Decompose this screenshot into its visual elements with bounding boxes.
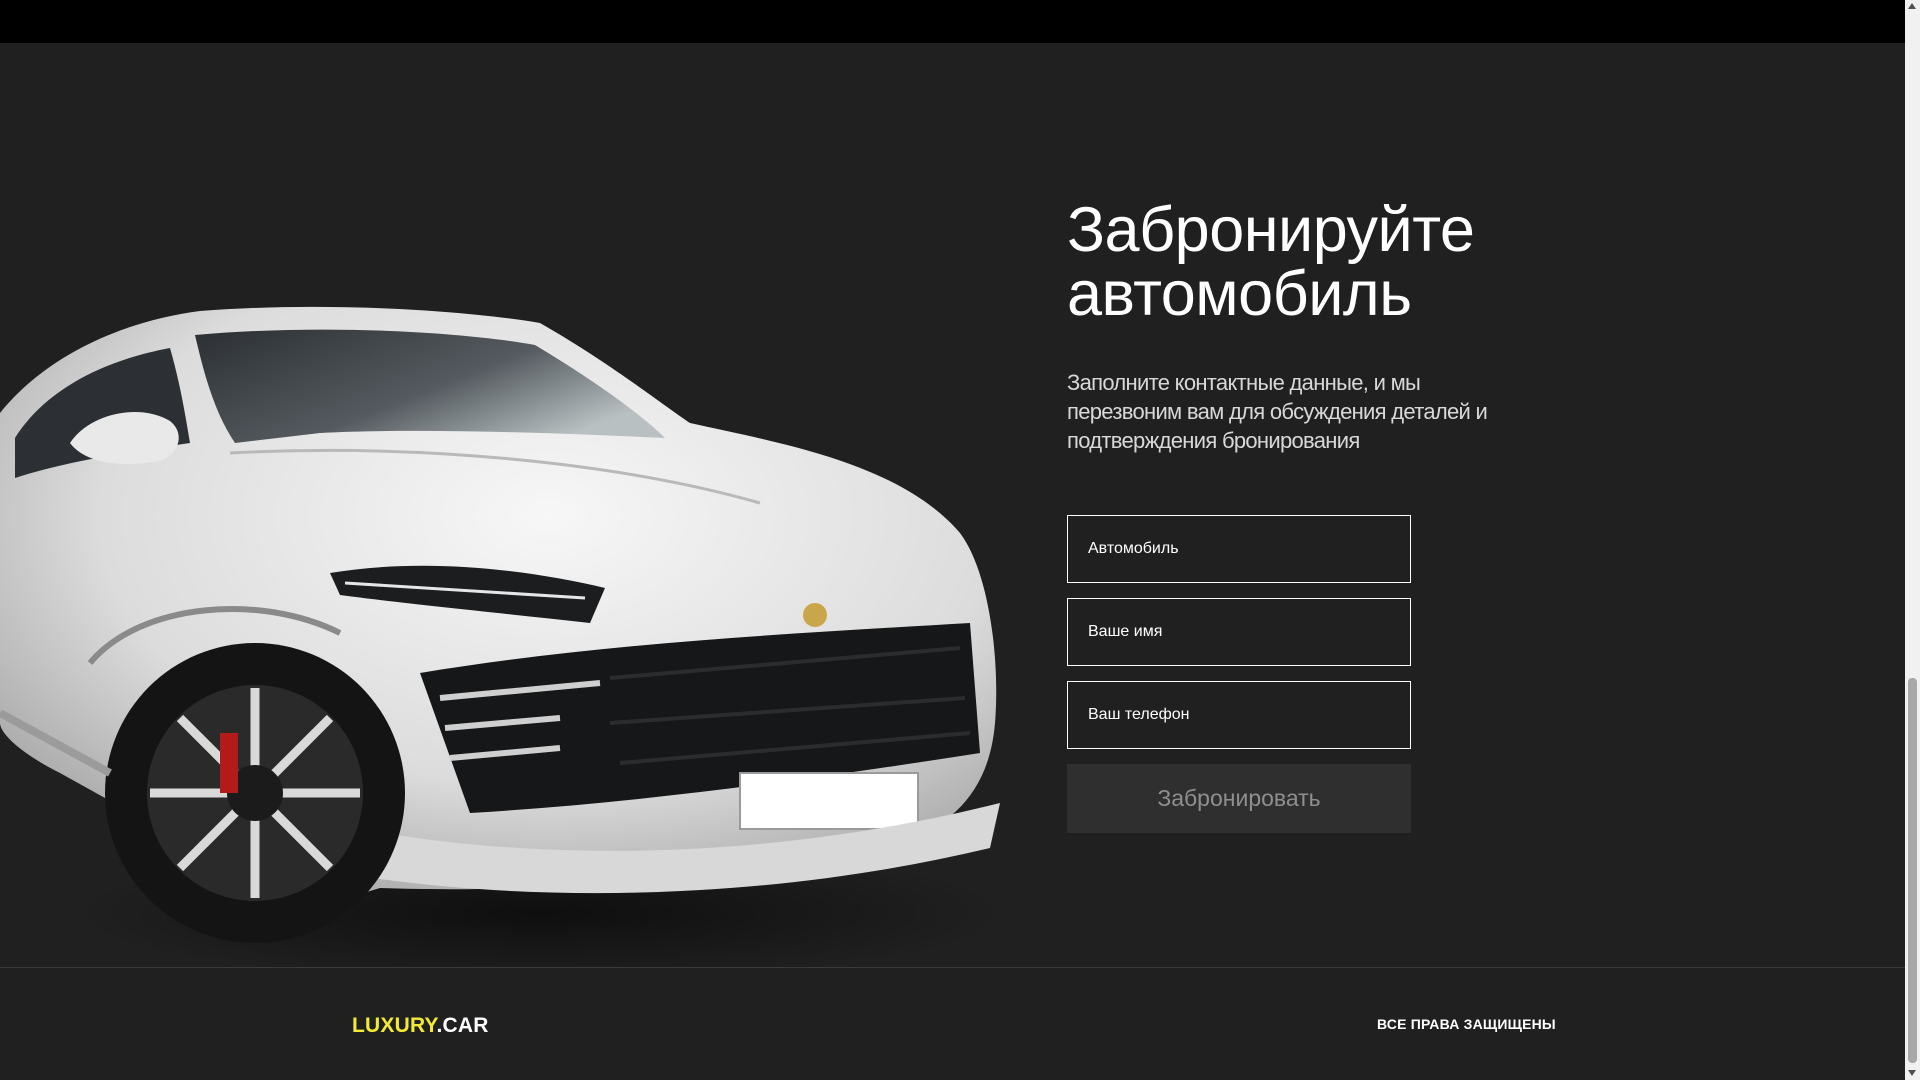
booking-section: Забронируйте автомобиль Заполните контак… xyxy=(0,43,1905,967)
scroll-down-icon[interactable] xyxy=(1908,1070,1916,1076)
phone-field[interactable] xyxy=(1067,681,1411,749)
footer-logo[interactable]: LUXURY.CAR xyxy=(352,1014,489,1038)
logo-rest: .CAR xyxy=(436,1014,489,1037)
name-field[interactable] xyxy=(1067,598,1411,666)
booking-form: Забронировать xyxy=(1067,515,1411,833)
top-bar xyxy=(0,0,1905,43)
scroll-up-icon[interactable] xyxy=(1908,3,1916,9)
car-field[interactable] xyxy=(1067,515,1411,583)
copyright-text: ВСЕ ПРАВА ЗАЩИЩЕНЫ xyxy=(1377,1016,1556,1032)
booking-panel: Забронируйте автомобиль Заполните контак… xyxy=(1067,198,1527,833)
logo-accent: LUXURY xyxy=(352,1014,437,1037)
book-button[interactable]: Забронировать xyxy=(1067,764,1411,833)
car-image xyxy=(0,303,1010,967)
page-scrollbar[interactable] xyxy=(1905,0,1920,1080)
car-illustration xyxy=(0,306,1010,967)
booking-title: Забронируйте автомобиль xyxy=(1067,195,1475,329)
scroll-thumb[interactable] xyxy=(1908,678,1917,1063)
footer: LUXURY.CAR ВСЕ ПРАВА ЗАЩИЩЕНЫ xyxy=(0,967,1905,1080)
booking-description: Заполните контактные данные, и мы перезв… xyxy=(1067,370,1488,453)
